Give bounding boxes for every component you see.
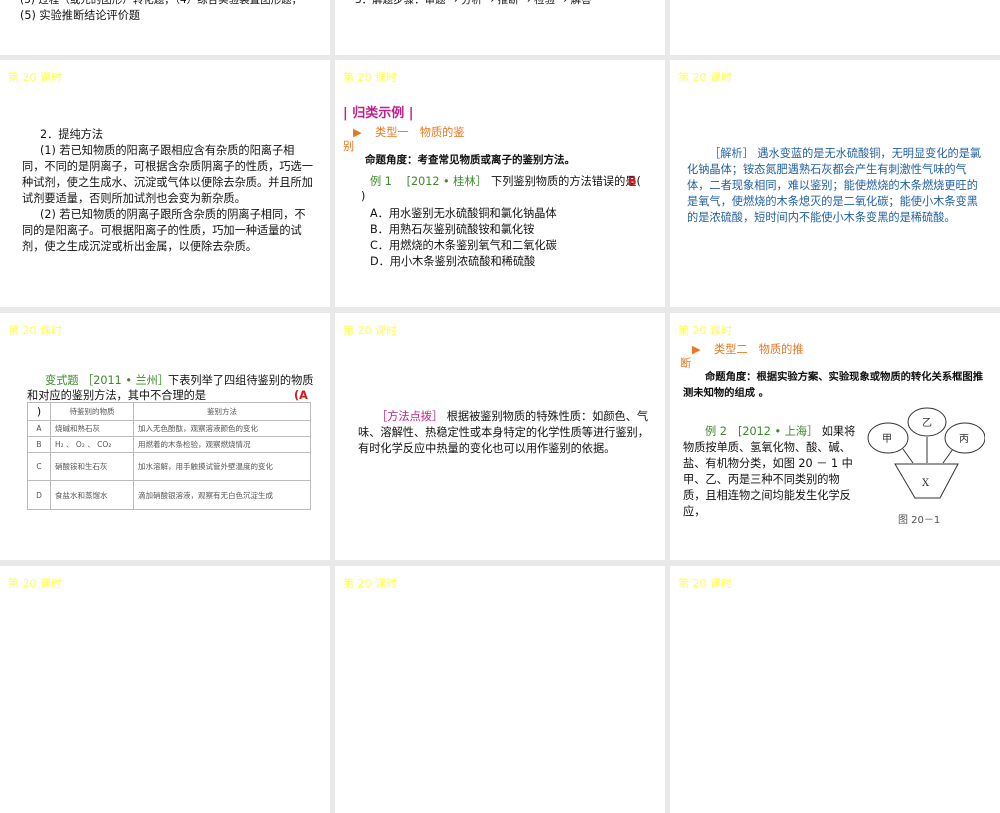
table-cell: 食盐水和蒸馏水 <box>50 480 134 510</box>
option: D．用小木条鉴别浓硫酸和稀硫酸 <box>370 255 536 268</box>
table-row: B H₂ 、 O₂ 、 CO₂ 用燃着的木条检验，观察燃烧情况 <box>27 436 311 453</box>
table-header: ) <box>27 402 51 421</box>
slide-thumbnail[interactable]: (3) 过程（或元的图形）转化题，（4）综合实验装置图形题， (5) 实验推断结… <box>0 0 330 55</box>
section-title: 2．提纯方法 <box>40 128 104 141</box>
node-c: 丙 <box>959 434 969 445</box>
slide-header: 第 20 课时 <box>678 577 732 590</box>
method-text: ［方法点拨］ 根据被鉴别物质的特殊性质：如颜色、气味、溶解性、热稳定性或本身特定… <box>358 409 650 457</box>
table-row: A 烧碱和熟石灰 加入无色酚酞，观察溶液颜色的变化 <box>27 420 311 437</box>
slide-header: 第 20 课时 <box>343 71 397 84</box>
slide-header: 第 20 课时 <box>678 71 732 84</box>
table-cell: A <box>27 420 51 437</box>
table-header: 鉴别方法 <box>133 402 311 421</box>
classification-diagram: 甲 乙 丙 X <box>867 407 985 499</box>
question-text: 下列鉴别物质的方法错误的是( <box>491 175 641 188</box>
table-cell: H₂ 、 O₂ 、 CO₂ <box>50 436 134 453</box>
slide-thumbnail[interactable]: 3．解题步骤：审题 → 分析 → 推断 → 检验 → 解答 <box>335 0 665 55</box>
table-cell: 加入无色酚酞，观察溶液颜色的变化 <box>133 420 311 437</box>
table-cell: D <box>27 480 51 510</box>
section-title: | 归类示例 | <box>343 106 414 121</box>
slide-thumbnail[interactable]: 第 20 课时 <box>670 566 1000 813</box>
slide-thumbnail[interactable]: 第 20 课时 ▶ 类型二 物质的推 断 命题角度：根据实验方案、实验现象或物质… <box>670 313 1000 560</box>
slide-header: 第 20 课时 <box>8 577 62 590</box>
question-close: ) <box>361 190 366 203</box>
text-line: 3．解题步骤：审题 → 分析 → 推断 → 检验 → 解答 <box>355 0 592 6</box>
comparison-table: ) 待鉴别的物质 鉴别方法 A 烧碱和熟石灰 加入无色酚酞，观察溶液颜色的变化 B H₂ … <box>27 402 311 510</box>
slide-thumbnail[interactable]: 第 20 课时 | 归类示例 | ▶ 类型一 物质的鉴 别 命题角度：考查常见物… <box>335 60 665 307</box>
text-line: (5) 实验推断结论评价题 <box>20 9 141 22</box>
slide-header: 第 20 课时 <box>8 324 62 337</box>
question-angle: 命题角度：考查常见物质或离子的鉴别方法。 <box>365 154 575 166</box>
node-b: 乙 <box>922 417 932 429</box>
table-row: D 食盐水和蒸馏水 滴加硝酸银溶液，观察有无白色沉淀生成 <box>27 480 311 510</box>
variant-label: 变式题 ［2011 • 兰州］ <box>45 374 170 387</box>
figure-caption: 图 20－1 <box>898 515 941 526</box>
table-cell: 滴加硝酸银溶液，观察有无白色沉淀生成 <box>133 480 311 510</box>
analysis-label: ［解析］ <box>709 147 754 160</box>
node-x: X <box>922 478 930 489</box>
option: A．用水鉴别无水硫酸铜和氯化钠晶体 <box>370 207 557 220</box>
slide-header: 第 20 课时 <box>8 71 62 84</box>
example-label: 例 2 [2012 • 上海］ <box>705 425 819 438</box>
table-header: 待鉴别的物质 <box>50 402 134 421</box>
slide-thumbnail[interactable]: 第 20 课时 2．提纯方法 (1) 若已知物质的阳离子跟相应含有杂质的阳离子相… <box>0 60 330 307</box>
option: C．用燃烧的木条鉴别氧气和二氧化碳 <box>370 239 557 252</box>
node-a: 甲 <box>882 434 892 445</box>
text-line: (3) 过程（或元的图形）转化题，（4）综合实验装置图形题， <box>20 0 303 6</box>
answer-mark: B <box>628 175 637 188</box>
arrow-icon: ▶ <box>692 343 701 356</box>
type-title: 类型二 物质的推 <box>714 343 804 356</box>
paragraph: (2) 若已知物质的阴离子跟所含杂质的阴离子相同，不同的是阳离子。可根据阳离子的… <box>22 208 306 253</box>
variant-text: 下表列举了四组待鉴别的物质 <box>168 374 314 387</box>
table-cell: 加水溶解，用手触摸试管外壁温度的变化 <box>133 452 311 481</box>
method-label: ［方法点拨］ <box>376 410 444 423</box>
option: B．用熟石灰鉴别硫酸铵和氯化铵 <box>370 223 535 236</box>
slide-thumbnail[interactable]: 第 20 课时 ［方法点拨］ 根据被鉴别物质的特殊性质：如颜色、气味、溶解性、热… <box>335 313 665 560</box>
question-angle: 命题角度：根据实验方案、实验现象或物质的转化关系框图推测未知物的组成 。 <box>683 371 984 399</box>
example-body: 如果将物质按单质、氢氧化物、酸、碱、盐、有机物分类，如图 20 － 1 中甲、乙… <box>683 425 856 518</box>
example-text: 例 2 [2012 • 上海］ 如果将物质按单质、氢氧化物、酸、碱、盐、有机物分… <box>683 424 858 520</box>
type-title: 类型一 物质的鉴 <box>375 126 465 139</box>
slide-header: 第 20 课时 <box>343 324 397 337</box>
slide-thumbnail[interactable]: 第 20 课时 <box>335 566 665 813</box>
table-cell: C <box>27 452 51 481</box>
type-title-cont: 别 <box>343 140 355 153</box>
analysis-text: ［解析］ 遇水变蓝的是无水硫酸铜，无明显变化的是氯化钠晶体；铵态氮肥遇熟石灰都会… <box>687 146 987 226</box>
slide-thumbnail[interactable]: 第 20 课时 变式题 ［2011 • 兰州］ 下表列举了四组待鉴别的物质 和对… <box>0 313 330 560</box>
slide-thumbnail[interactable]: 第 20 课时 ［解析］ 遇水变蓝的是无水硫酸铜，无明显变化的是氯化钠晶体；铵态… <box>670 60 1000 307</box>
table-row: C 硝酸铵和生石灰 加水溶解，用手触摸试管外壁温度的变化 <box>27 452 311 481</box>
slide-thumbnail[interactable] <box>670 0 1000 55</box>
slide-header: 第 20 课时 <box>343 577 397 590</box>
paragraph: (1) 若已知物质的阳离子跟相应含有杂质的阳离子相同，不同的是阴离子，可根据含杂… <box>22 144 313 205</box>
arrow-icon: ▶ <box>353 126 362 139</box>
slide-header: 第 20 课时 <box>678 324 732 337</box>
table-cell: B <box>27 436 51 453</box>
example-label: 例 1 [2012 • 桂林］ <box>370 175 487 188</box>
table-cell: 硝酸铵和生石灰 <box>50 452 134 481</box>
table-cell: 烧碱和熟石灰 <box>50 420 134 437</box>
table-cell: 用燃着的木条检验，观察燃烧情况 <box>133 436 311 453</box>
slide-thumbnail[interactable]: 第 20 课时 <box>0 566 330 813</box>
